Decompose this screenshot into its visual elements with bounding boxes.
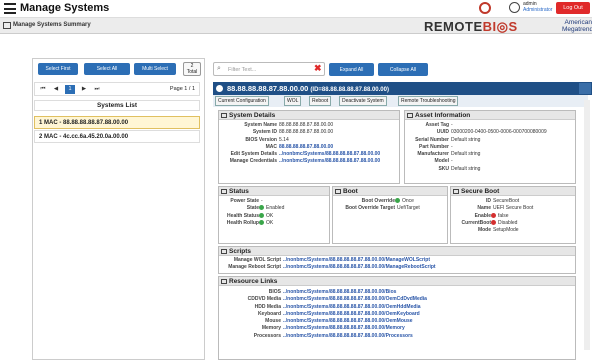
scrollbar[interactable] [584, 100, 590, 350]
panel-icon [3, 22, 11, 29]
asset-info-title: Asset Information [405, 111, 575, 120]
logout-label: Log Out [563, 5, 583, 11]
status-panel: Status Power State - State Enabled Health … [218, 186, 330, 244]
first-page-icon[interactable]: ⏮ [38, 85, 48, 94]
next-page-icon[interactable]: ▶ [79, 85, 89, 94]
resource-link[interactable]: ../nonbmc/Systems/88.88.88.88.87.88.00.0… [281, 333, 413, 339]
manage-credentials-link[interactable]: ../nonbmc/Systems/88.88.88.88.87.88.00.0… [277, 158, 380, 164]
resource-link[interactable]: ../nonbmc/Systems/88.88.88.88.87.88.00.0… [281, 311, 420, 317]
current-config-button[interactable]: Current Configuration [215, 96, 269, 106]
user-avatar-icon[interactable] [509, 2, 520, 13]
page-1[interactable]: 1 [65, 85, 75, 94]
search-icon: ⌕ [217, 65, 221, 72]
boot-panel: Boot Boot Override Once Boot Override Tar… [332, 186, 448, 244]
system-actions: Current Configuration WOL Reboot Deactiv… [213, 95, 588, 107]
remote-troubleshooting-button[interactable]: Remote Troubleshooting [398, 96, 459, 106]
minimize-icon[interactable] [579, 83, 591, 94]
logout-button[interactable]: Log Out [556, 2, 590, 14]
collapse-all-button[interactable]: Collapse All [378, 63, 428, 76]
scripts-panel: Scripts Manage WOL Script ../nonbmc/Syste… [218, 246, 576, 274]
resource-link[interactable]: ../nonbmc/Systems/88.88.88.88.87.88.00.0… [281, 289, 396, 295]
select-all-button[interactable]: Select All [84, 63, 130, 75]
systems-list-header: Systems List [34, 100, 200, 111]
secure-boot-panel: Secure Boot ID SecureBoot Name UEFI Secure… [450, 186, 576, 244]
system-list-item[interactable]: 1 MAC - 88.88.88.88.87.88.00.00 [34, 116, 200, 129]
reboot-button[interactable]: Reboot [309, 96, 332, 106]
prev-page-icon[interactable]: ◀ [51, 85, 61, 94]
select-first-button[interactable]: Select First [38, 63, 78, 75]
system-details-panel: System Details System Name 88.88.88.88.87… [218, 110, 400, 184]
system-header: 88.88.88.88.87.88.00.00 (ID=88.88.88.88.… [213, 82, 592, 95]
resource-links-panel: Resource Links BIOS ../nonbmc/Systems/88.… [218, 276, 576, 360]
total-badge: 2 Total [183, 62, 201, 76]
menu-icon[interactable] [4, 3, 16, 14]
summary-label: Manage Systems Summary [13, 22, 91, 28]
wol-button[interactable]: WOL [284, 96, 302, 106]
resource-link[interactable]: ../nonbmc/Systems/88.88.88.88.87.88.00.0… [281, 296, 427, 302]
lifebuoy-icon[interactable] [479, 2, 491, 14]
page-info: Page 1 / 1 [169, 86, 195, 92]
reboot-script-link[interactable]: ../nonbmc/Systems/88.88.88.88.87.88.00.0… [281, 264, 436, 270]
scripts-title: Scripts [219, 247, 575, 256]
user-role: Administrator [523, 7, 553, 13]
filter-input[interactable]: ⌕ Filter Text... [213, 62, 325, 76]
multi-select-button[interactable]: Multi Select [134, 63, 176, 75]
system-list-item[interactable]: 2 MAC - 4c.cc.6a.45.20.0a.00.00 [34, 130, 200, 143]
status-title: Status [219, 187, 329, 196]
resource-links-title: Resource Links [219, 277, 575, 286]
edit-details-link[interactable]: ../nonbmc/Systems/88.88.88.88.87.88.00.0… [277, 151, 380, 157]
deactivate-button[interactable]: Deactivate System [339, 96, 387, 106]
wol-script-link[interactable]: ../nonbmc/Systems/88.88.88.88.87.88.00.0… [281, 257, 430, 263]
top-bar: Manage Systems admin Administrator Log O… [0, 0, 592, 18]
system-status-icon [216, 85, 223, 92]
last-page-icon[interactable]: ⏭ [92, 85, 102, 94]
ami-logo: AmericanMegatrends [562, 19, 592, 33]
remotebios-logo: REMOTEBI◎S [424, 19, 518, 34]
user-info[interactable]: admin Administrator [523, 1, 552, 13]
resource-link[interactable]: ../nonbmc/Systems/88.88.88.88.87.88.00.0… [281, 304, 421, 310]
page-title: Manage Systems [20, 2, 110, 14]
system-details-title: System Details [219, 111, 399, 120]
boot-title: Boot [333, 187, 447, 196]
subheader: Manage Systems Summary REMOTEBI◎S Americ… [0, 18, 592, 34]
expand-all-button[interactable]: Expand All [329, 63, 374, 76]
resource-link[interactable]: ../nonbmc/Systems/88.88.88.88.87.88.00.0… [281, 318, 413, 324]
clear-filter-icon[interactable]: ✖ [314, 63, 322, 74]
pagination: ⏮ ◀ 1 ▶ ⏭ Page 1 / 1 [34, 82, 200, 96]
asset-info-panel: Asset Information Asset Tag - UUID 0300020… [404, 110, 576, 184]
resource-link[interactable]: ../nonbmc/Systems/88.88.88.88.87.88.00.0… [281, 325, 405, 331]
secure-boot-title: Secure Boot [451, 187, 575, 196]
